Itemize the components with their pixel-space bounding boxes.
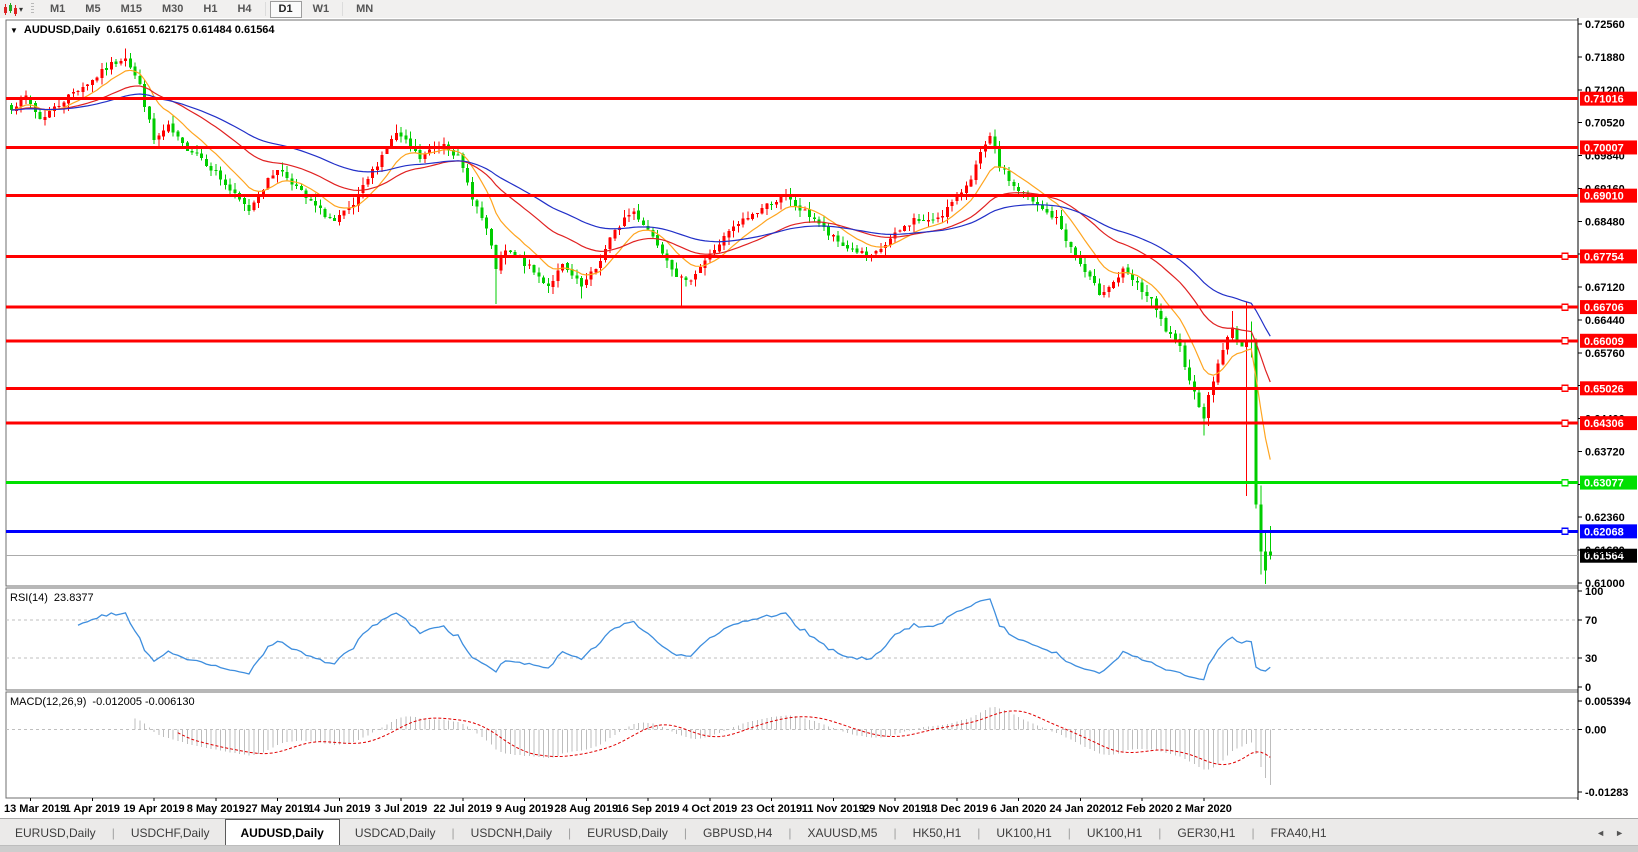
svg-text:0.68480: 0.68480 [1585,216,1625,228]
svg-text:23 Oct 2019: 23 Oct 2019 [741,803,802,815]
svg-text:9 Aug 2019: 9 Aug 2019 [496,803,554,815]
chart-type-button[interactable]: ▾ [0,3,27,16]
svg-text:0.005394: 0.005394 [1585,696,1632,708]
svg-text:6 Jan 2020: 6 Jan 2020 [991,803,1047,815]
top-toolbar: ▾ M1M5M15M30H1H4 D1W1 MN [0,0,1638,19]
svg-text:0.66706: 0.66706 [1584,302,1624,314]
svg-text:0.61680: 0.61680 [1585,545,1625,557]
svg-text:0.63077: 0.63077 [1584,478,1624,490]
chart-canvas[interactable]: 0.615640.725600.718800.712000.705200.698… [0,18,1638,818]
rsi-indicator-label: RSI(14) 23.8377 [10,592,94,604]
svg-text:28 Aug 2019: 28 Aug 2019 [554,803,618,815]
svg-text:70: 70 [1585,615,1597,627]
svg-text:0.70007: 0.70007 [1584,142,1624,154]
svg-text:0.66440: 0.66440 [1585,315,1625,327]
svg-text:0.00: 0.00 [1585,725,1606,737]
svg-text:8 May 2019: 8 May 2019 [187,803,245,815]
toolbar-separator [265,2,266,16]
svg-text:100: 100 [1585,586,1603,598]
svg-text:0.64306: 0.64306 [1584,418,1624,430]
chart-tab-ger30-h1[interactable]: GER30,H1 [1162,819,1250,846]
svg-text:0.72560: 0.72560 [1585,19,1625,31]
timeframe-button-H4[interactable]: H4 [228,1,260,18]
svg-text:0: 0 [1585,682,1591,694]
rsi-name: RSI(14) [10,592,48,604]
chart-tab-gbpusd-h4[interactable]: GBPUSD,H4 [688,819,787,846]
svg-text:0.63720: 0.63720 [1585,446,1625,458]
svg-text:0.70520: 0.70520 [1585,118,1625,130]
tab-scroll-right-button[interactable]: ► [1615,828,1624,838]
svg-text:3 Jul 2019: 3 Jul 2019 [375,803,428,815]
svg-text:13 Mar 2019: 13 Mar 2019 [4,803,66,815]
svg-text:18 Dec 2019: 18 Dec 2019 [925,803,988,815]
chart-tab-usdcnh-daily[interactable]: USDCNH,Daily [456,819,567,846]
chart-tab-eurusd-daily[interactable]: EURUSD,Daily [0,819,111,846]
timeframe-button-M5[interactable]: M5 [76,1,109,18]
chart-tab-usdchf-daily[interactable]: USDCHF,Daily [116,819,225,846]
chart-title: ▼ AUDUSD,Daily 0.61651 0.62175 0.61484 0… [10,24,275,36]
svg-text:19 Apr 2019: 19 Apr 2019 [123,803,184,815]
svg-text:0.62068: 0.62068 [1584,526,1624,538]
svg-text:22 Jul 2019: 22 Jul 2019 [433,803,492,815]
tab-scroll-left-button[interactable]: ◄ [1596,828,1605,838]
svg-text:11 Nov 2019: 11 Nov 2019 [802,803,865,815]
svg-text:0.66009: 0.66009 [1584,336,1624,348]
svg-text:12 Feb 2020: 12 Feb 2020 [1111,803,1173,815]
timeframe-button-group: M1M5M15M30H1H4 D1W1 MN [40,1,383,18]
symbol-timeframe-label: AUDUSD,Daily [24,24,100,36]
chart-tab-fra40-h1[interactable]: FRA40,H1 [1256,819,1342,846]
svg-text:0.67120: 0.67120 [1585,282,1625,294]
svg-text:0.71880: 0.71880 [1585,52,1625,64]
tab-scroll-arrows: ◄► [1596,819,1638,846]
macd-name: MACD(12,26,9) [10,696,86,708]
timeframe-button-M30[interactable]: M30 [153,1,192,18]
chart-region: 0.615640.725600.718800.712000.705200.698… [0,18,1638,818]
chart-tab-hk50-h1[interactable]: HK50,H1 [898,819,977,846]
svg-text:16 Sep 2019: 16 Sep 2019 [617,803,680,815]
chart-tab-audusd-daily[interactable]: AUDUSD,Daily [225,819,340,846]
svg-text:2 Mar 2020: 2 Mar 2020 [1176,803,1232,815]
rsi-value: 23.8377 [54,592,94,604]
candlestick-chart-icon [3,3,17,16]
timeframe-button-H1[interactable]: H1 [194,1,226,18]
svg-text:24 Jan 2020: 24 Jan 2020 [1049,803,1111,815]
macd-value: -0.012005 -0.006130 [92,696,194,708]
panel-frames [6,18,1578,800]
svg-text:27 May 2019: 27 May 2019 [245,803,309,815]
ohlc-values: 0.61651 0.62175 0.61484 0.61564 [106,24,274,36]
collapse-triangle-icon[interactable]: ▼ [10,26,18,35]
chart-tab-xauusd-m5[interactable]: XAUUSD,M5 [792,819,892,846]
timeframe-button-D1[interactable]: D1 [270,1,302,18]
svg-text:0.65026: 0.65026 [1584,383,1624,395]
timeframe-button-MN[interactable]: MN [347,1,382,18]
svg-text:4 Oct 2019: 4 Oct 2019 [682,803,737,815]
svg-text:0.71016: 0.71016 [1584,94,1624,106]
svg-text:0.69010: 0.69010 [1584,191,1624,203]
svg-text:-0.01283: -0.01283 [1585,787,1628,799]
svg-text:30: 30 [1585,653,1597,665]
svg-text:0.62360: 0.62360 [1585,512,1625,524]
date-axis: 13 Mar 20191 Apr 201919 Apr 20198 May 20… [4,798,1232,815]
svg-text:1 Apr 2019: 1 Apr 2019 [65,803,120,815]
chart-tab-uk100-h1[interactable]: UK100,H1 [1072,819,1157,846]
svg-text:0.65760: 0.65760 [1585,348,1625,360]
timeframe-button-M1[interactable]: M1 [41,1,74,18]
toolbar-drag-handle[interactable] [31,3,34,15]
macd-indicator-label: MACD(12,26,9) -0.012005 -0.006130 [10,696,195,708]
chart-tab-usdcad-daily[interactable]: USDCAD,Daily [340,819,451,846]
svg-text:0.67754: 0.67754 [1584,251,1625,263]
timeframe-button-W1[interactable]: W1 [304,1,339,18]
chart-tab-uk100-h1[interactable]: UK100,H1 [981,819,1066,846]
tab-bar: EURUSD,Daily|USDCHF,DailyAUDUSD,DailyUSD… [0,818,1638,846]
svg-text:14 Jun 2019: 14 Jun 2019 [308,803,370,815]
svg-text:29 Nov 2019: 29 Nov 2019 [863,803,927,815]
chart-tab-eurusd-daily[interactable]: EURUSD,Daily [572,819,683,846]
chevron-down-icon: ▾ [19,5,23,14]
toolbar-separator [342,2,343,16]
timeframe-button-M15[interactable]: M15 [112,1,151,18]
